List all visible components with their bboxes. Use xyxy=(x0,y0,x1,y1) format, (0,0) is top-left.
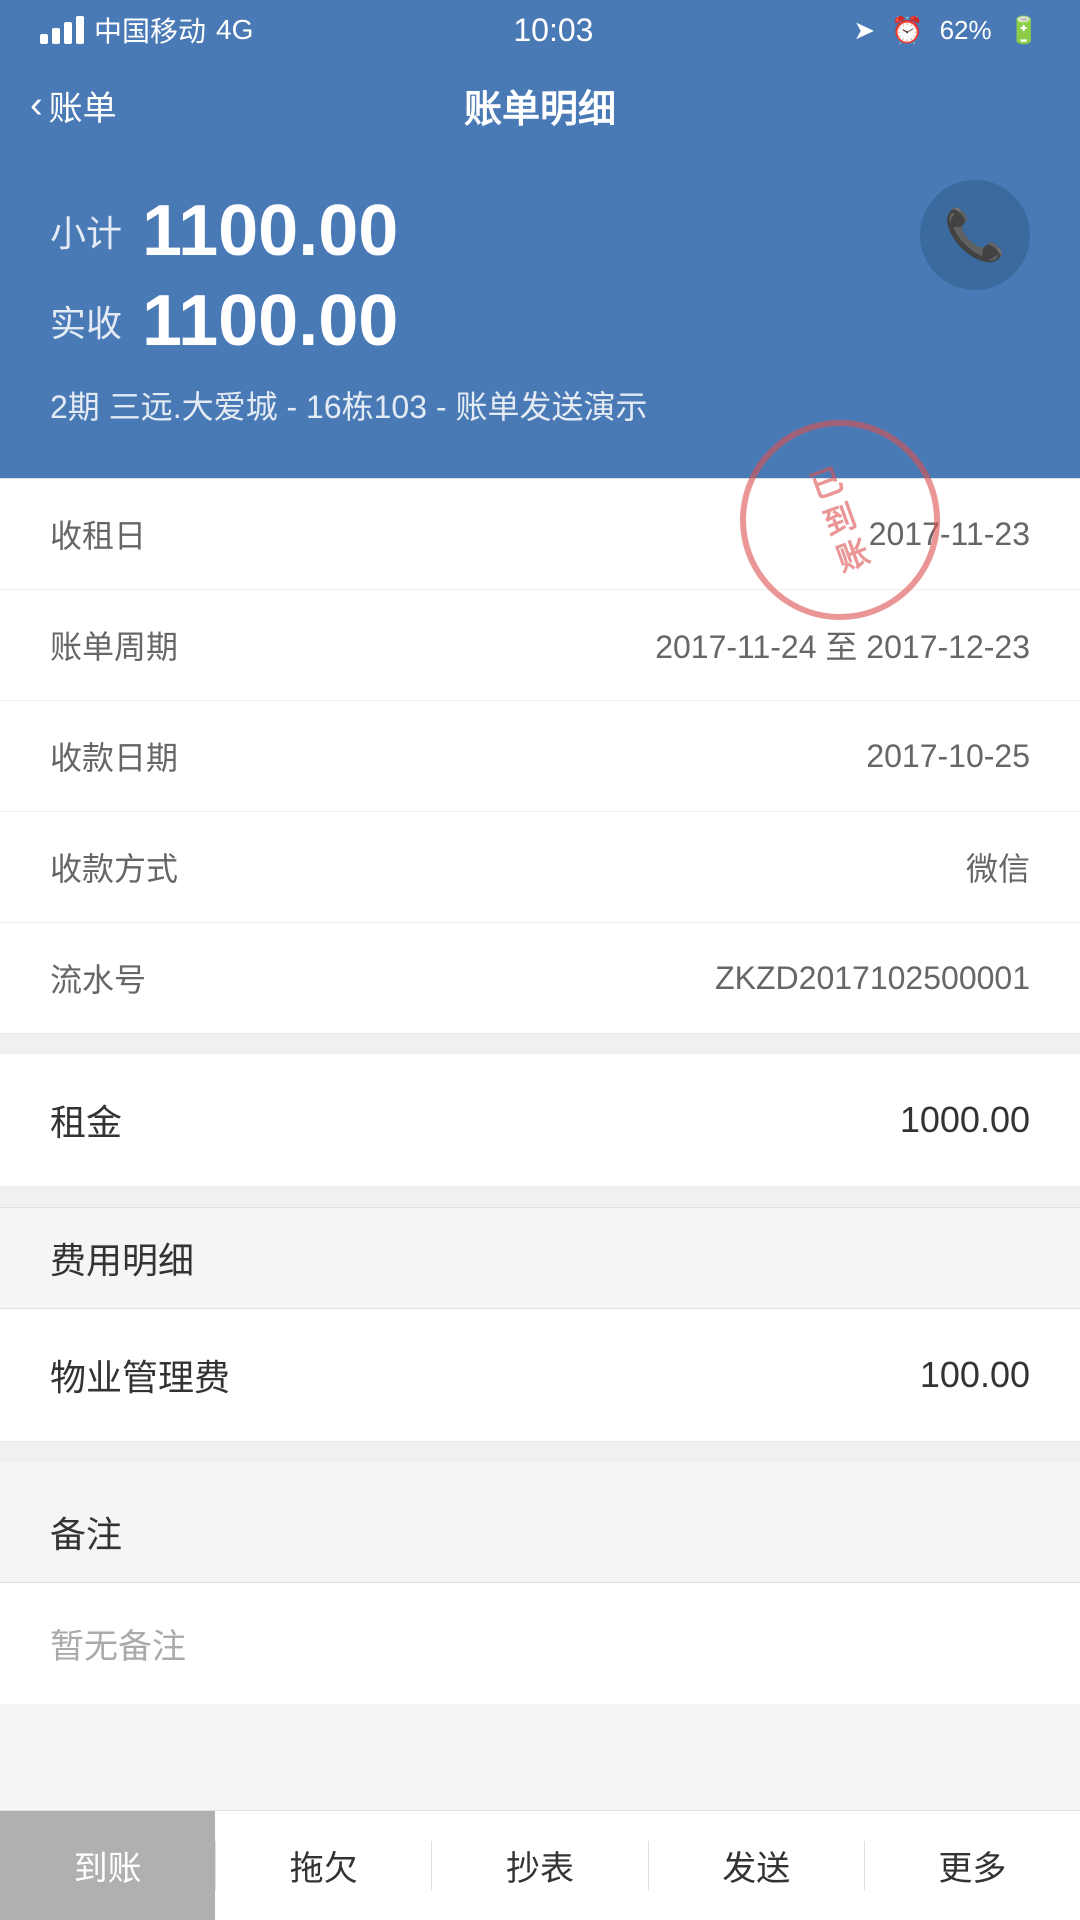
page-title: 账单明细 xyxy=(464,78,616,133)
header-section: 小计 1100.00 实收 1100.00 2期 三远.大爱城 - 16栋103… xyxy=(0,150,1080,478)
fee-label-0: 物业管理费 xyxy=(50,1349,230,1401)
detail-row-3: 收款方式 微信 xyxy=(0,812,1080,923)
nav-bar: ‹ 账单 账单明细 xyxy=(0,60,1080,150)
status-right: ➤ ⏰ 62% 🔋 xyxy=(853,15,1040,46)
subtotal-label: 小计 xyxy=(50,205,122,257)
tab-label-2: 抄表 xyxy=(506,1841,574,1890)
battery-label: 62% xyxy=(940,15,992,46)
detail-section: 收租日 2017-11-23 账单周期 2017-11-24 至 2017-12… xyxy=(0,478,1080,1034)
detail-value-3: 微信 xyxy=(966,844,1030,890)
fee-value-0: 100.00 xyxy=(920,1354,1030,1396)
tab-bar: 到账 拖欠 抄表 发送 更多 xyxy=(0,1810,1080,1920)
detail-label-4: 流水号 xyxy=(50,955,146,1001)
notes-header: 备注 xyxy=(0,1482,1080,1583)
status-left: 中国移动 4G xyxy=(40,10,253,50)
back-button[interactable]: ‹ 账单 xyxy=(30,81,117,130)
detail-value-2: 2017-10-25 xyxy=(866,738,1030,775)
tab-label-0: 到账 xyxy=(74,1841,142,1890)
detail-value-1: 2017-11-24 至 2017-12-23 xyxy=(655,622,1030,668)
network-label: 4G xyxy=(216,14,253,46)
notes-section: 备注 暂无备注 xyxy=(0,1482,1080,1704)
detail-label-2: 收款日期 xyxy=(50,733,178,779)
phone-icon: 📞 xyxy=(944,206,1006,265)
detail-label-3: 收款方式 xyxy=(50,844,178,890)
detail-row-0: 收租日 2017-11-23 xyxy=(0,479,1080,590)
detail-row-2: 收款日期 2017-10-25 xyxy=(0,701,1080,812)
battery-icon: 🔋 xyxy=(1008,15,1040,46)
status-bar: 中国移动 4G 10:03 ➤ ⏰ 62% 🔋 xyxy=(0,0,1080,60)
chevron-left-icon: ‹ xyxy=(30,84,43,127)
tab-label-3: 发送 xyxy=(722,1841,790,1890)
detail-row-4: 流水号 ZKZD2017102500001 xyxy=(0,923,1080,1034)
section-divider-1 xyxy=(0,1034,1080,1054)
back-label: 账单 xyxy=(49,81,117,130)
rent-row: 租金 1000.00 xyxy=(0,1054,1080,1187)
rent-section: 租金 1000.00 xyxy=(0,1054,1080,1187)
fee-section-title: 费用明细 xyxy=(50,1240,194,1281)
time-label: 10:03 xyxy=(513,12,593,49)
detail-label-0: 收租日 xyxy=(50,511,146,557)
alarm-icon: ⏰ xyxy=(891,15,923,46)
notes-title: 备注 xyxy=(50,1514,122,1555)
header-subtitle: 2期 三远.大爱城 - 16栋103 - 账单发送演示 xyxy=(50,382,1030,428)
actual-row: 实收 1100.00 xyxy=(50,280,1030,362)
section-divider-3 xyxy=(0,1442,1080,1462)
detail-value-0: 2017-11-23 xyxy=(869,516,1030,553)
fee-section-header: 费用明细 xyxy=(0,1207,1080,1309)
tab-label-1: 拖欠 xyxy=(290,1841,358,1890)
subtotal-row: 小计 1100.00 xyxy=(50,190,1030,272)
tab-chaobiao[interactable]: 抄表 xyxy=(432,1811,647,1920)
detail-label-1: 账单周期 xyxy=(50,622,178,668)
section-divider-2 xyxy=(0,1187,1080,1207)
phone-button[interactable]: 📞 xyxy=(920,180,1030,290)
detail-row-1: 账单周期 2017-11-24 至 2017-12-23 xyxy=(0,590,1080,701)
tab-daoz[interactable]: 到账 xyxy=(0,1811,215,1920)
location-icon: ➤ xyxy=(853,15,875,46)
detail-value-4: ZKZD2017102500001 xyxy=(715,960,1030,997)
fee-section: 费用明细 物业管理费 100.00 xyxy=(0,1207,1080,1442)
tab-more[interactable]: 更多 xyxy=(865,1811,1080,1920)
tab-fasong[interactable]: 发送 xyxy=(649,1811,864,1920)
subtotal-amount: 1100.00 xyxy=(142,190,398,272)
actual-amount: 1100.00 xyxy=(142,280,398,362)
rent-label: 租金 xyxy=(50,1094,122,1146)
fee-row-0: 物业管理费 100.00 xyxy=(0,1309,1080,1442)
signal-icon xyxy=(40,16,84,44)
rent-value: 1000.00 xyxy=(900,1099,1030,1141)
tab-tuoqian[interactable]: 拖欠 xyxy=(216,1811,431,1920)
notes-empty-text: 暂无备注 xyxy=(0,1583,1080,1704)
tab-label-4: 更多 xyxy=(938,1841,1006,1890)
carrier-label: 中国移动 xyxy=(94,10,206,50)
actual-label: 实收 xyxy=(50,295,122,347)
